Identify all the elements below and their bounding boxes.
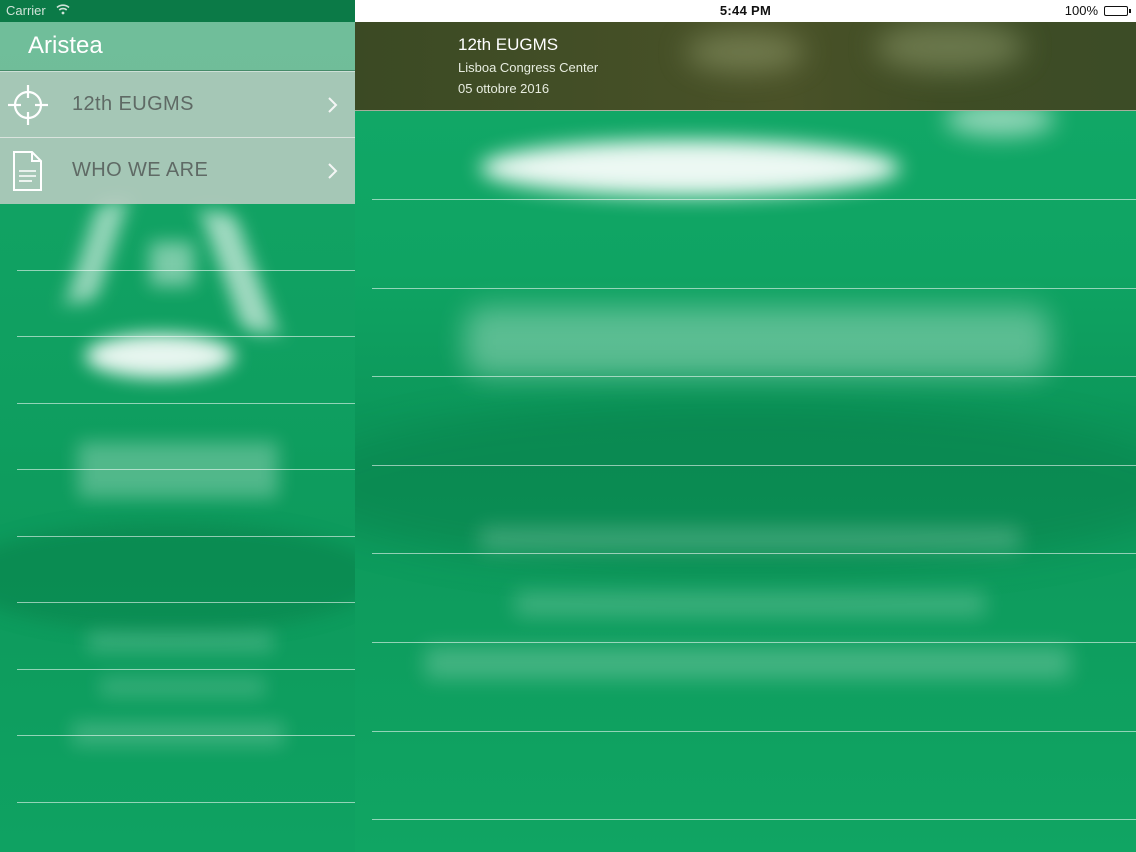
row-separator: [17, 403, 355, 404]
row-separator: [17, 669, 355, 670]
background-blur-shape: [515, 592, 985, 616]
row-separator: [17, 802, 355, 803]
row-separator: [17, 336, 355, 337]
header-blur-shape: [875, 22, 1025, 72]
background-blur-shape: [465, 307, 1050, 377]
background-blur-shape: [480, 140, 900, 196]
event-venue: Lisboa Congress Center: [458, 60, 599, 75]
battery-percentage: 100%: [1064, 3, 1098, 18]
background-blur-shape: [100, 677, 265, 697]
background-blur-shape: [355, 402, 1136, 572]
row-separator: [372, 199, 1136, 200]
row-separator: [372, 288, 1136, 289]
row-separator: [17, 602, 355, 603]
status-bar-right: 5:44 PM 100%: [355, 0, 1136, 22]
chevron-right-icon: [327, 96, 339, 114]
row-separator: [372, 819, 1136, 820]
status-bar: Carrier 5:44 PM 100%: [0, 0, 1136, 22]
battery-nub: [1129, 9, 1131, 13]
side-menu: Aristea 12th EUGMS WHO WE ARE: [0, 22, 355, 852]
background-blur-shape: [425, 647, 1070, 679]
menu-item-who-we-are[interactable]: WHO WE ARE: [0, 137, 355, 204]
chevron-right-icon: [327, 162, 339, 180]
row-separator: [372, 465, 1136, 466]
row-separator: [17, 270, 355, 271]
menu-item-label: WHO WE ARE: [72, 159, 209, 181]
event-list: 12th EUGMS Lisboa Congress Center 05 ott…: [355, 22, 1136, 852]
clock: 5:44 PM: [719, 3, 772, 18]
row-separator: [17, 469, 355, 470]
side-menu-header: Aristea: [0, 22, 355, 71]
background-blur-shape: [88, 632, 273, 652]
row-separator: [372, 553, 1136, 554]
background-blur-shape: [78, 442, 278, 498]
background-blur-shape: [200, 212, 278, 332]
row-separator: [372, 731, 1136, 732]
background-blur-shape: [150, 242, 194, 286]
background-blur-shape: [72, 722, 284, 746]
wifi-icon: [56, 3, 70, 18]
battery-icon: [1104, 6, 1128, 16]
app-title: Aristea: [28, 32, 103, 59]
row-separator: [17, 735, 355, 736]
menu-item-12th-eugms[interactable]: 12th EUGMS: [0, 71, 355, 138]
background-blur-shape: [0, 522, 355, 632]
background-blur-shape: [85, 334, 235, 378]
menu-item-label: 12th EUGMS: [72, 93, 194, 115]
row-separator: [372, 642, 1136, 643]
crosshair-icon: [8, 83, 48, 127]
status-bar-left: Carrier: [0, 0, 355, 22]
carrier-label: Carrier: [6, 3, 46, 18]
header-blur-shape: [685, 32, 805, 72]
event-date: 05 ottobre 2016: [458, 81, 550, 96]
background-blur-shape: [480, 527, 1020, 551]
background-blur-shape: [65, 202, 129, 302]
event-title: 12th EUGMS: [458, 35, 559, 54]
row-separator: [372, 376, 1136, 377]
document-icon: [8, 149, 48, 193]
event-cell[interactable]: 12th EUGMS Lisboa Congress Center 05 ott…: [355, 22, 1136, 111]
row-separator: [17, 536, 355, 537]
